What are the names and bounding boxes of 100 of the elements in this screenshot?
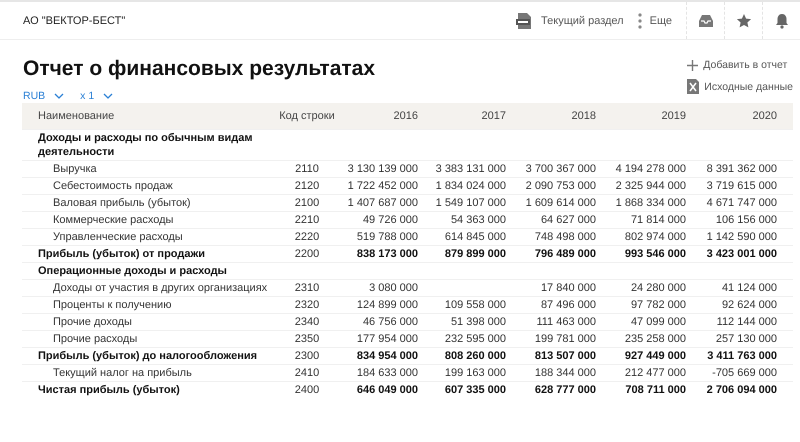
row-code: 2400: [272, 382, 342, 398]
value-cell: 2 325 944 000: [596, 178, 686, 194]
value-cell: 1 407 687 000: [342, 194, 418, 212]
value-cell: 188 344 000: [506, 364, 596, 382]
row-label: Валовая прибыль (убыток): [22, 194, 272, 212]
value-cell: 54 363 000: [418, 212, 506, 228]
row-label: Доходы от участия в других организациях: [22, 280, 272, 296]
value-cell: 51 398 000: [418, 314, 506, 330]
value-cell: 111 463 000: [506, 314, 596, 330]
chevron-down-icon: [54, 93, 64, 99]
value-cell: 87 496 000: [506, 296, 596, 314]
current-section-button[interactable]: Текущий раздел: [515, 12, 624, 30]
filter-dropdown[interactable]: x 1: [80, 90, 114, 102]
value-cell: 97 782 000: [596, 296, 686, 314]
value-cell: 879 899 000: [418, 246, 506, 262]
value-cell: 71 814 000: [596, 212, 686, 228]
more-button[interactable]: Еще: [638, 12, 672, 28]
document-icon: [515, 12, 534, 30]
value-cell: 519 788 000: [342, 228, 418, 246]
row-label: Управленческие расходы: [22, 228, 272, 246]
row-label: Чистая прибыль (убыток): [22, 382, 272, 398]
row-label: Выручка: [22, 160, 272, 178]
value-cell: 607 335 000: [418, 382, 506, 398]
column-header: 2017: [418, 103, 506, 130]
value-cell: 184 633 000: [342, 364, 418, 382]
row-label: Текущий налог на прибыль: [22, 364, 272, 382]
row-code: 2340: [272, 314, 342, 330]
value-cell: 4 194 278 000: [596, 160, 686, 178]
value-cell: 257 130 000: [686, 330, 793, 348]
value-cell: 17 840 000: [506, 280, 596, 296]
row-label: Прибыль (убыток) от продажи: [22, 246, 272, 262]
value-cell: 24 280 000: [596, 280, 686, 296]
value-cell: 2 706 094 000: [686, 382, 793, 398]
value-cell: 3 080 000: [342, 280, 418, 296]
row-code: 2350: [272, 330, 342, 348]
value-cell: 232 595 000: [418, 330, 506, 348]
value-cell: 2 090 753 000: [506, 178, 596, 194]
row-code: 2220: [272, 228, 342, 246]
row-label: Проценты к получению: [22, 296, 272, 314]
spreadsheet-icon: [687, 79, 700, 94]
value-cell: 3 383 131 000: [418, 160, 506, 178]
add-to-report-button[interactable]: Добавить в отчет: [687, 59, 788, 71]
value-cell: 1 609 614 000: [506, 194, 596, 212]
row-code: 2410: [272, 364, 342, 382]
page-title: Отчет о финансовых результатах: [23, 57, 376, 81]
value-cell: 838 173 000: [342, 246, 418, 262]
value-cell: 199 781 000: [506, 330, 596, 348]
column-header: 2016: [342, 103, 418, 130]
value-cell: 4 671 747 000: [686, 194, 793, 212]
value-cell: 614 845 000: [418, 228, 506, 246]
value-cell: 3 130 139 000: [342, 160, 418, 178]
value-cell: 796 489 000: [506, 246, 596, 262]
value-cell: 235 258 000: [596, 330, 686, 348]
chevron-down-icon: [103, 93, 114, 99]
row-code: 2100: [272, 194, 342, 212]
value-cell: 808 260 000: [418, 348, 506, 364]
value-cell: 199 163 000: [418, 364, 506, 382]
row-code: 2110: [272, 160, 342, 178]
value-cell: 1 549 107 000: [418, 194, 506, 212]
value-cell: 106 156 000: [686, 212, 793, 228]
column-header: 2018: [506, 103, 596, 130]
section-heading: Операционные доходы и расходы: [22, 262, 272, 280]
value-cell: 1 142 590 000: [686, 228, 793, 246]
column-header: Код строки: [272, 103, 342, 130]
value-cell: 46 756 000: [342, 314, 418, 330]
column-header: Наименование: [22, 103, 272, 130]
value-cell: 64 627 000: [506, 212, 596, 228]
value-cell: 41 124 000: [686, 280, 793, 296]
value-cell: 748 498 000: [506, 228, 596, 246]
value-cell: 92 624 000: [686, 296, 793, 314]
plus-icon: [687, 60, 698, 70]
source-data-button[interactable]: Исходные данные: [687, 79, 793, 94]
value-cell: -705 669 000: [686, 364, 793, 382]
value-cell: 177 954 000: [342, 330, 418, 348]
value-cell: 802 974 000: [596, 228, 686, 246]
value-cell: 927 449 000: [596, 348, 686, 364]
value-cell: 49 726 000: [342, 212, 418, 228]
star-icon: [736, 12, 752, 28]
column-header: 2019: [596, 103, 686, 130]
value-cell: 109 558 000: [418, 296, 506, 314]
value-cell: 3 719 615 000: [686, 178, 793, 194]
row-label: Прибыль (убыток) до налогообложения: [22, 348, 272, 364]
value-cell: 813 507 000: [506, 348, 596, 364]
value-cell: 1 868 334 000: [596, 194, 686, 212]
value-cell: 3 411 763 000: [686, 348, 793, 364]
row-label: Коммерческие расходы: [22, 212, 272, 228]
value-cell: 1 834 024 000: [418, 178, 506, 194]
row-code: 2310: [272, 280, 342, 296]
bell-icon: [774, 12, 788, 28]
company-name: АО "ВЕКТОР-БЕСТ": [23, 14, 126, 26]
value-cell: 993 546 000: [596, 246, 686, 262]
value-cell: 628 777 000: [506, 382, 596, 398]
value-cell: 8 391 362 000: [686, 160, 793, 178]
row-code: 2320: [272, 296, 342, 314]
row-code: 2120: [272, 178, 342, 194]
value-cell: 646 049 000: [342, 382, 418, 398]
value-cell: 212 477 000: [596, 364, 686, 382]
value-cell: 1 722 452 000: [342, 178, 418, 194]
value-cell: 3 423 001 000: [686, 246, 793, 262]
filter-dropdown[interactable]: RUB: [23, 90, 64, 102]
